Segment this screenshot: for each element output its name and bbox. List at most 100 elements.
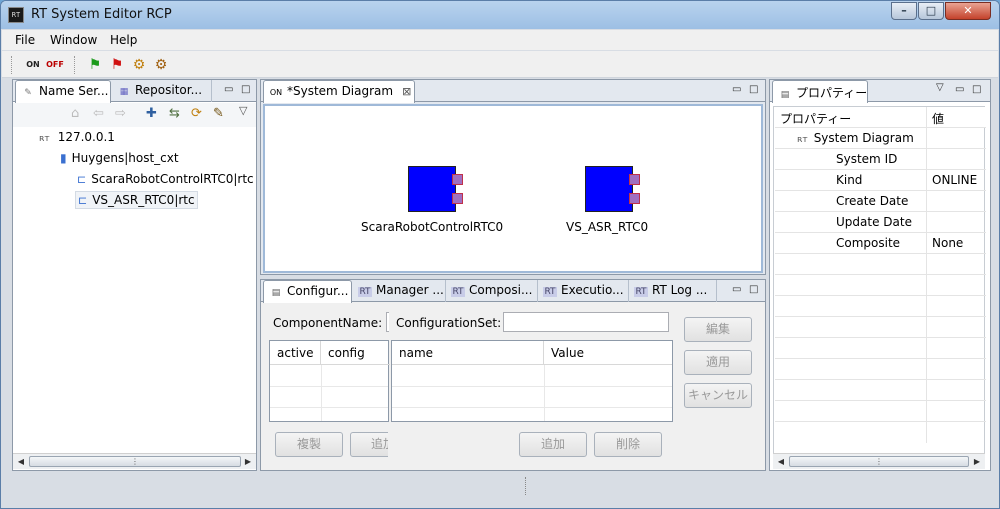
tab-label: Name Ser... (39, 84, 109, 98)
minimize-view-icon[interactable]: ▭ (955, 84, 964, 95)
menu-window[interactable]: Window (50, 33, 97, 47)
port-icon[interactable] (452, 174, 463, 185)
maximize-button[interactable]: □ (918, 2, 944, 20)
forward-icon[interactable]: ⇨ (115, 106, 126, 121)
component-label: ScaraRobotControlRTC0 (361, 220, 504, 234)
tab-properties[interactable]: ▤ プロパティー (772, 80, 868, 103)
tree-root-label: 127.0.0.1 (57, 130, 115, 144)
tree-host[interactable]: ▮ Huygens|host_cxt (60, 151, 179, 165)
rtc-component-block[interactable] (408, 166, 456, 212)
property-row[interactable]: Update Date (775, 212, 986, 233)
tab-system-diagram[interactable]: ON *System Diagram ⊠ (263, 80, 415, 103)
gear-icon[interactable]: ⚙ (130, 56, 148, 74)
all-off-button[interactable]: OFF (46, 56, 64, 74)
tab-configuration[interactable]: ▤ Configur... (263, 280, 352, 303)
minimize-view-icon[interactable]: ▭ (224, 84, 233, 95)
back-icon[interactable]: ⇦ (93, 106, 104, 121)
tab-rt-log[interactable]: RT RT Log ... (629, 280, 717, 302)
menu-help[interactable]: Help (110, 33, 137, 47)
rt-icon: ʀᴛ (39, 134, 50, 144)
red-flag-icon[interactable]: ⚑ (108, 56, 126, 74)
view-menu-icon[interactable]: ▽ (239, 104, 247, 117)
port-icon[interactable] (629, 193, 640, 204)
gear-icon[interactable]: ⚙ (152, 56, 170, 74)
edit-button[interactable]: 編集 (684, 317, 752, 342)
tab-manager[interactable]: RT Manager ... (353, 280, 446, 302)
scroll-right-icon[interactable]: ▶ (969, 454, 985, 469)
toolbar-grip[interactable] (11, 56, 14, 74)
tree-root[interactable]: ʀᴛ 127.0.0.1 (39, 130, 115, 144)
minimize-button[interactable]: – (891, 2, 917, 20)
bottom-tabbar: ▤ Configur... RT Manager ... RT Composi... … (261, 280, 765, 303)
configuration-param-table[interactable]: name Value (391, 340, 673, 422)
menu-file[interactable]: File (15, 33, 35, 47)
add-param-button[interactable]: 追加 (519, 432, 587, 457)
maximize-view-icon[interactable]: □ (972, 84, 981, 95)
tab-label: *System Diagram (287, 84, 394, 98)
duplicate-button[interactable]: 複製 (275, 432, 343, 457)
property-root-label: System Diagram (813, 131, 914, 145)
add-name-server-icon[interactable]: ✚ (146, 106, 157, 121)
property-row[interactable]: Composite None (775, 233, 986, 254)
tab-execution[interactable]: RT Executio... (538, 280, 629, 302)
minimize-view-icon[interactable]: ▭ (732, 84, 741, 95)
properties-hscrollbar[interactable]: ◀ ⋮ ▶ (773, 453, 985, 469)
tree-item-scara[interactable]: ⊏ ScaraRobotControlRTC0|rtc (77, 172, 256, 186)
home-icon[interactable]: ⌂ (71, 106, 79, 121)
grid-line (926, 380, 927, 401)
system-diagram-editor: ON *System Diagram ⊠ ▭ □ ScaraRobotControl… (260, 79, 766, 275)
tab-repository[interactable]: ▦ Repositor... (112, 80, 212, 102)
close-tab-icon[interactable]: ⊠ (402, 85, 411, 98)
maximize-view-icon[interactable]: □ (749, 84, 758, 95)
tree-item-vs-asr[interactable]: ⊏ VS_ASR_RTC0|rtc (75, 191, 198, 209)
window-title: RT System Editor RCP (31, 7, 172, 22)
property-key: ʀᴛ System Diagram (797, 131, 914, 145)
column-value[interactable]: 値 (932, 110, 944, 127)
column-active[interactable]: active (270, 341, 321, 365)
scroll-left-icon[interactable]: ◀ (13, 454, 29, 469)
property-row[interactable]: Create Date (775, 191, 986, 212)
sync-icon[interactable]: ⟳ (191, 106, 202, 121)
port-icon[interactable] (452, 193, 463, 204)
property-row[interactable]: Kind ONLINE (775, 170, 986, 191)
title-bar[interactable]: RT RT System Editor RCP – □ ✕ (1, 1, 999, 29)
column-config[interactable]: config (321, 341, 390, 365)
scroll-left-icon[interactable]: ◀ (773, 454, 789, 469)
scroll-thumb[interactable]: ⋮ (29, 456, 241, 467)
grid-line (926, 107, 927, 128)
rtc-component-block[interactable] (585, 166, 633, 212)
column-value[interactable]: Value (544, 341, 672, 365)
delete-param-button[interactable]: 削除 (594, 432, 662, 457)
diagram-canvas[interactable]: ScaraRobotControlRTC0 VS_ASR_RTC0 (263, 104, 763, 273)
apply-button[interactable]: 適用 (684, 350, 752, 375)
column-name[interactable]: name (392, 341, 544, 365)
cancel-button[interactable]: キャンセル (684, 383, 752, 408)
maximize-view-icon[interactable]: □ (749, 284, 758, 295)
all-on-button[interactable]: ON (24, 56, 42, 74)
green-flag-icon[interactable]: ⚑ (86, 56, 104, 74)
name-service-hscrollbar[interactable]: ◀ ⋮ ▶ (13, 453, 256, 469)
view-menu-icon[interactable]: ▽ (936, 82, 944, 93)
maximize-view-icon[interactable]: □ (241, 84, 250, 95)
port-icon[interactable] (629, 174, 640, 185)
status-bar (2, 474, 998, 508)
filter-icon[interactable]: ✎ (213, 106, 224, 121)
column-property[interactable]: プロパティー (780, 110, 851, 127)
name-service-tabbar: ✎ Name Ser... ▦ Repositor... ▭ □ (13, 80, 256, 103)
tab-composite[interactable]: RT Composi... (446, 280, 538, 302)
properties-table[interactable]: プロパティー 値 ʀᴛ System Diagram System ID Kind… (773, 106, 986, 456)
scroll-thumb[interactable]: ⋮ (789, 456, 969, 467)
close-button[interactable]: ✕ (945, 2, 991, 20)
tab-name-service[interactable]: ✎ Name Ser... (15, 80, 111, 103)
refresh-icon[interactable]: ⇆ (169, 106, 180, 121)
property-row[interactable]: System ID (775, 149, 986, 170)
scroll-right-icon[interactable]: ▶ (240, 454, 256, 469)
tab-label: RT Log ... (652, 283, 708, 297)
add-set-button[interactable]: 追加 (350, 432, 388, 457)
property-row-root[interactable]: ʀᴛ System Diagram (775, 128, 986, 149)
configuration-set-field[interactable] (503, 312, 669, 332)
empty-row (775, 338, 986, 359)
grid-line (926, 149, 927, 170)
minimize-view-icon[interactable]: ▭ (732, 284, 741, 295)
configuration-set-table[interactable]: active config (269, 340, 390, 422)
